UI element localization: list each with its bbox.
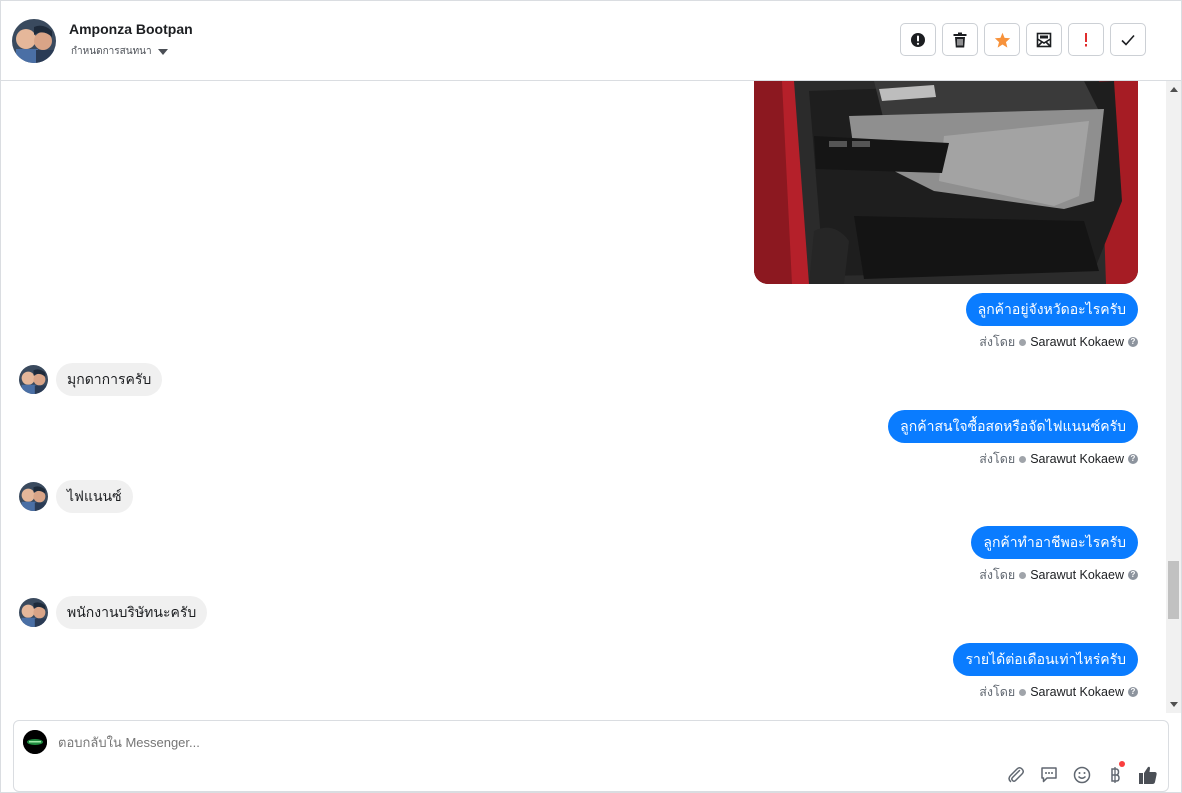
mark-unread-button[interactable] (1026, 23, 1062, 56)
incoming-message: พนักงานบริษัทนะครับ (19, 596, 208, 629)
envelope-open-icon (1036, 32, 1052, 47)
delete-button[interactable] (942, 23, 978, 56)
composer-tools (1006, 761, 1158, 785)
conversation-stage-dropdown[interactable]: กำหนดการสนทนา (71, 44, 168, 59)
contact-avatar[interactable] (12, 19, 56, 63)
contact-avatar-small[interactable] (19, 365, 48, 394)
header-actions (900, 23, 1146, 56)
sent-by-label: ส่งโดย (979, 335, 1016, 349)
sender-name[interactable]: Sarawut Kokaew (1030, 335, 1124, 349)
help-icon[interactable]: ? (1128, 570, 1138, 580)
shared-photo-car-door[interactable] (754, 81, 1138, 284)
stage-label: กำหนดการสนทนา (71, 46, 152, 57)
sent-by-info: ส่งโดย Sarawut Kokaew ? (979, 332, 1138, 352)
outgoing-message[interactable]: รายได้ต่อเดือนเท่าไหร่ครับ (953, 643, 1138, 676)
sender-name[interactable]: Sarawut Kokaew (1030, 568, 1124, 582)
sent-by-label: ส่งโดย (979, 452, 1016, 466)
sent-by-info: ส่งโดย Sarawut Kokaew ? (979, 449, 1138, 469)
message-thread[interactable]: ลูกค้าอยู่จังหวัดอะไรครับ ส่งโดย Sarawut… (1, 81, 1166, 713)
page-avatar (23, 730, 47, 754)
scroll-up-arrow-icon[interactable] (1170, 87, 1178, 92)
attach-button[interactable] (1006, 765, 1026, 785)
outgoing-message[interactable]: ลูกค้าอยู่จังหวัดอะไรครับ (965, 293, 1138, 326)
saved-replies-button[interactable] (1039, 765, 1059, 785)
reply-composer (13, 720, 1169, 792)
sent-by-label: ส่งโดย (979, 568, 1016, 582)
exclamation-circle-icon (911, 32, 925, 47)
incoming-bubble[interactable]: ไฟแนนซ์ (56, 480, 133, 513)
quick-reply-icon (1041, 767, 1057, 783)
checkmark-icon (1121, 34, 1135, 46)
star-button[interactable] (984, 23, 1020, 56)
outgoing-message[interactable]: ลูกค้าสนใจซื้อสดหรือจัดไฟแนนซ์ครับ (888, 410, 1138, 443)
reply-input[interactable] (58, 735, 958, 750)
sender-name[interactable]: Sarawut Kokaew (1030, 685, 1124, 699)
conversation-header: Amponza Bootpan กำหนดการสนทนา (1, 1, 1181, 81)
help-icon[interactable]: ? (1128, 337, 1138, 347)
sent-by-info: ส่งโดย Sarawut Kokaew ? (979, 682, 1138, 702)
contact-avatar-small[interactable] (19, 482, 48, 511)
verified-dot-icon (1019, 571, 1027, 579)
caret-down-icon (157, 48, 168, 55)
incoming-bubble[interactable]: มุกดาการครับ (56, 363, 163, 396)
outgoing-message[interactable]: ลูกค้าทำอาชีพอะไรครับ (971, 526, 1138, 559)
payment-button[interactable] (1105, 761, 1125, 785)
like-button[interactable] (1138, 765, 1158, 785)
incoming-message: มุกดาการครับ (19, 363, 163, 396)
inbox-panel: Amponza Bootpan กำหนดการสนทนา ลูกค้าอยู่… (0, 0, 1182, 793)
contact-avatar-small[interactable] (19, 598, 48, 627)
incoming-message: ไฟแนนซ์ (19, 480, 133, 513)
scroll-down-arrow-icon[interactable] (1170, 702, 1178, 707)
verified-dot-icon (1019, 688, 1027, 696)
sender-name[interactable]: Sarawut Kokaew (1030, 452, 1124, 466)
incoming-bubble[interactable]: พนักงานบริษัทนะครับ (56, 596, 208, 629)
exclamation-icon (1085, 32, 1087, 46)
emoji-icon (1073, 766, 1091, 784)
help-icon[interactable]: ? (1128, 454, 1138, 464)
notification-dot (1119, 761, 1125, 767)
spam-button[interactable] (900, 23, 936, 56)
help-icon[interactable]: ? (1128, 687, 1138, 697)
emoji-button[interactable] (1072, 765, 1092, 785)
sent-by-info: ส่งโดย Sarawut Kokaew ? (979, 565, 1138, 585)
scrollbar-thumb[interactable] (1168, 561, 1179, 619)
like-icon (1139, 766, 1157, 784)
follow-up-button[interactable] (1068, 23, 1104, 56)
trash-icon (953, 32, 967, 47)
baht-icon (1111, 767, 1120, 783)
verified-dot-icon (1019, 338, 1027, 346)
star-icon (994, 32, 1010, 48)
thread-scrollbar[interactable] (1166, 81, 1181, 713)
verified-dot-icon (1019, 455, 1027, 463)
contact-name[interactable]: Amponza Bootpan (69, 21, 193, 37)
paperclip-icon (1008, 767, 1024, 783)
sent-by-label: ส่งโดย (979, 685, 1016, 699)
mark-done-button[interactable] (1110, 23, 1146, 56)
